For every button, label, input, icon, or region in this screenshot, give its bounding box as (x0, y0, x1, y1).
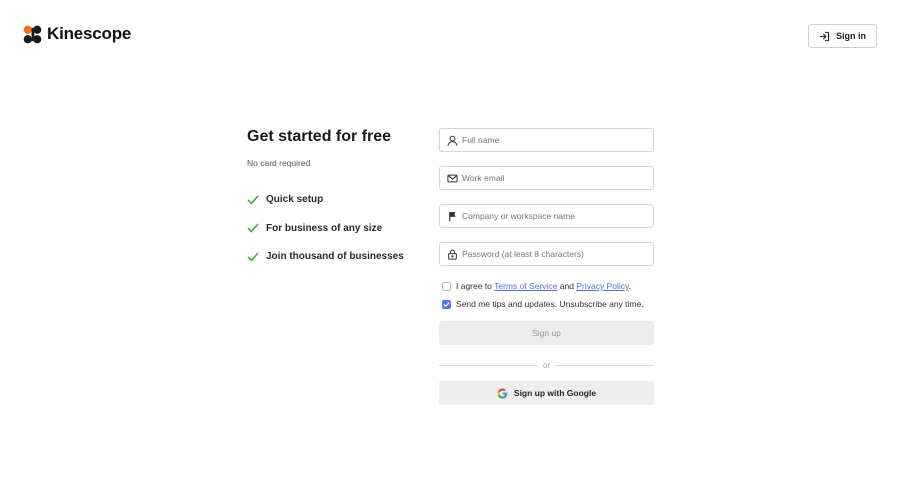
terms-middle: and (557, 281, 577, 291)
divider-text: or (542, 361, 551, 370)
google-sign-up-button[interactable]: Sign up with Google (439, 381, 654, 405)
feature-item: For business of any size (247, 220, 427, 237)
terms-suffix: . (628, 281, 631, 291)
password-field (439, 242, 654, 266)
sign-in-button[interactable]: Sign in (808, 24, 877, 48)
hero-section: Get started for free No card required Qu… (247, 128, 427, 277)
full-name-field (439, 128, 654, 152)
google-icon (497, 387, 508, 399)
feature-label: For business of any size (266, 222, 383, 234)
work-email-field (439, 166, 654, 190)
work-email-input[interactable] (440, 167, 653, 189)
terms-of-service-link[interactable]: Terms of Service (494, 281, 557, 291)
sign-in-label: Sign in (836, 31, 866, 41)
terms-text: I agree to Terms of Service and Privacy … (456, 281, 631, 291)
sign-up-button[interactable]: Sign up (439, 321, 654, 345)
page-subtitle: No card required (247, 158, 311, 168)
sign-in-icon (819, 31, 830, 41)
terms-agreement: I agree to Terms of Service and Privacy … (442, 280, 654, 292)
checkmark-icon (443, 301, 450, 307)
password-input[interactable] (440, 243, 653, 265)
check-icon (247, 223, 259, 233)
mail-icon (447, 174, 458, 183)
lock-icon (448, 249, 457, 260)
feature-label: Quick setup (266, 194, 324, 205)
page-title: Get started for free (247, 128, 392, 145)
signup-form: I agree to Terms of Service and Privacy … (439, 128, 654, 405)
tips-subscription: Send me tips and updates. Unsubscribe an… (442, 298, 654, 310)
feature-item: Quick setup (247, 191, 427, 208)
company-input[interactable] (440, 205, 653, 227)
brand-name: Kinescope (47, 24, 132, 43)
full-name-input[interactable] (440, 129, 653, 151)
kinescope-logo-icon (23, 25, 42, 43)
company-field (439, 204, 654, 228)
tips-checkbox[interactable] (442, 299, 451, 309)
feature-item: Join thousand of businesses (247, 248, 427, 265)
or-divider: or (439, 360, 654, 371)
divider-line (556, 365, 654, 366)
privacy-policy-link[interactable]: Privacy Policy (576, 281, 628, 291)
tips-label: Send me tips and updates. Unsubscribe an… (456, 299, 644, 309)
feature-list: Quick setup For business of any size Joi… (247, 191, 427, 265)
divider-line (439, 365, 537, 366)
terms-prefix: I agree to (456, 281, 495, 291)
brand-logo[interactable]: Kinescope (23, 24, 131, 44)
terms-checkbox[interactable] (442, 281, 451, 291)
google-sign-up-label: Sign up with Google (513, 388, 597, 398)
check-icon (247, 252, 259, 261)
flag-icon (449, 211, 456, 222)
user-icon (447, 135, 458, 146)
signup-page: Kinescope Sign in Get started for free N… (0, 0, 900, 484)
feature-label: Join thousand of businesses (266, 251, 404, 262)
check-icon (247, 195, 259, 204)
